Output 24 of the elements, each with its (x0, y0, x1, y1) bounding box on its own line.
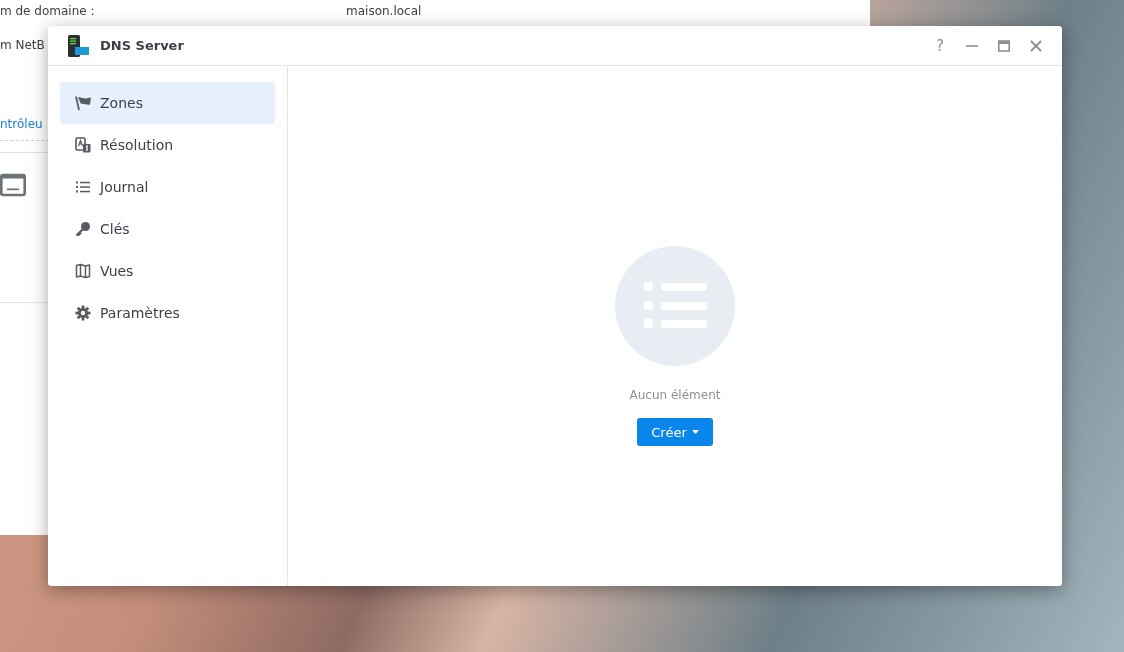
field-value: maison.local (346, 4, 422, 18)
map-icon (75, 263, 91, 279)
server-icon (66, 33, 90, 58)
caret-icon (691, 430, 699, 434)
sidebar-item[interactable]: Zones (60, 82, 275, 124)
create-button[interactable]: Créer (637, 418, 713, 446)
field-label: m NetB (0, 38, 45, 52)
flag-icon (75, 95, 91, 111)
sidebar-item[interactable]: Journal (60, 166, 275, 208)
list-icon (75, 179, 91, 195)
sidebar-item[interactable]: Résolution (60, 124, 275, 166)
window-title: DNS Server (100, 38, 184, 53)
sidebar-item[interactable]: Vues (60, 250, 275, 292)
field-label: m de domaine : (0, 4, 95, 18)
settings-icon (75, 305, 91, 321)
sidebar-item[interactable]: Paramètres (60, 292, 275, 334)
sidebar-item[interactable]: Clés (60, 208, 275, 250)
window-icon (0, 172, 26, 198)
maximize-icon (998, 39, 1010, 52)
link[interactable]: ntrôleu (0, 117, 43, 131)
empty-message: Aucun élément (629, 388, 721, 402)
document-icon (75, 137, 91, 153)
close-icon (1030, 39, 1042, 52)
key-icon (75, 221, 91, 237)
